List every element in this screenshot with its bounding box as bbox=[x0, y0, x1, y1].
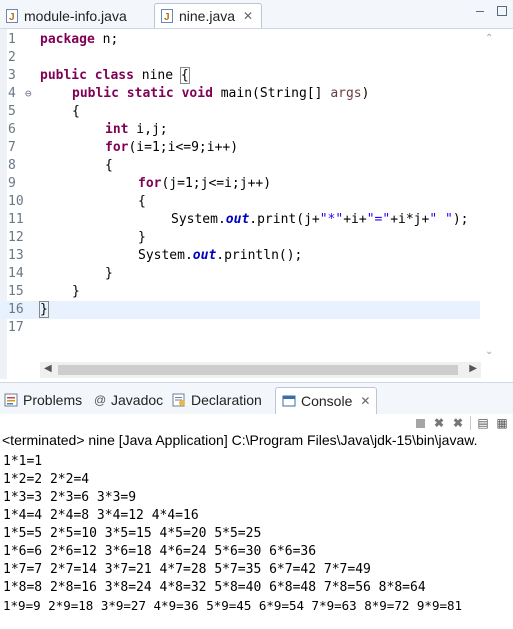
console-output-line: 1*9=9 2*9=18 3*9=27 4*9=36 5*9=45 6*9=54… bbox=[3, 598, 463, 613]
code-line[interactable]: 15} bbox=[0, 283, 480, 301]
fold-collapse-icon[interactable]: ⊖ bbox=[25, 85, 32, 103]
javadoc-icon: @ bbox=[94, 393, 107, 407]
console-output-line: 1*3=3 2*3=6 3*3=9 bbox=[3, 490, 137, 505]
code-editor[interactable]: 1 package n; 2 3 public class nine { 4 ⊖ pub… bbox=[0, 29, 513, 379]
java-file-icon: J bbox=[6, 8, 18, 23]
remove-all-terminated-icon[interactable]: ✖ bbox=[451, 416, 465, 430]
console-output-line: 1*2=2 2*2=4 bbox=[3, 472, 90, 487]
scroll-lock-icon[interactable]: ▤ bbox=[476, 416, 490, 430]
scroll-down-icon[interactable]: ⌄ bbox=[485, 346, 493, 357]
scroll-left-icon[interactable]: ◀ bbox=[44, 363, 52, 374]
console-output-line: 1*5=5 2*5=10 3*5=15 4*5=20 5*5=25 bbox=[3, 526, 262, 541]
close-icon[interactable]: ✕ bbox=[243, 9, 253, 23]
code-line[interactable]: 6 int i,j; bbox=[0, 121, 480, 139]
close-icon[interactable]: ✕ bbox=[360, 394, 370, 408]
code-line[interactable]: 12} bbox=[0, 229, 480, 247]
view-tab-bar: Problems @ Javadoc Declaration Console ✕ bbox=[0, 382, 513, 415]
code-line[interactable]: 2 bbox=[0, 49, 480, 67]
vertical-scrollbar[interactable]: ⌃ ⌄ bbox=[481, 29, 499, 361]
problems-icon bbox=[4, 393, 18, 407]
code-line[interactable]: 9 for(j=1;j<=i;j++) bbox=[0, 175, 480, 193]
declaration-icon bbox=[172, 393, 186, 407]
java-file-icon: J bbox=[161, 9, 173, 23]
tab-declaration[interactable]: Declaration bbox=[172, 389, 262, 411]
scroll-right-icon[interactable]: ▶ bbox=[469, 363, 477, 374]
console-output-line: 1*4=4 2*4=8 3*4=12 4*4=16 bbox=[3, 508, 199, 523]
code-line[interactable]: 10{ bbox=[0, 193, 480, 211]
console-toolbar: ✖ ✖ ▤ ▦ bbox=[413, 416, 509, 430]
terminate-icon[interactable] bbox=[413, 416, 427, 430]
code-line[interactable]: 8{ bbox=[0, 157, 480, 175]
word-wrap-icon[interactable]: ▦ bbox=[495, 416, 509, 430]
code-line-current[interactable]: 16} bbox=[0, 301, 480, 319]
tab-javadoc[interactable]: @ Javadoc bbox=[94, 389, 163, 411]
tab-module-info[interactable]: J module-info.java bbox=[2, 3, 152, 28]
console-output-line: 1*1=1 bbox=[3, 454, 43, 469]
scroll-up-icon[interactable]: ⌃ bbox=[485, 33, 493, 44]
console-status: <terminated> nine [Java Application] C:\… bbox=[2, 432, 478, 448]
console-view[interactable]: ✖ ✖ ▤ ▦ <terminated> nine [Java Applicat… bbox=[0, 414, 513, 629]
console-output-line: 1*6=6 2*6=12 3*6=18 4*6=24 5*6=30 6*6=36 bbox=[3, 544, 317, 559]
tab-console[interactable]: Console ✕ bbox=[275, 387, 378, 414]
code-line[interactable]: 5{ bbox=[0, 103, 480, 121]
tab-label: nine.java bbox=[179, 8, 236, 24]
tab-nine-java[interactable]: J nine.java ✕ bbox=[154, 3, 262, 28]
code-line[interactable]: 13 System.out.println(); bbox=[0, 247, 480, 265]
code-line[interactable]: 4 ⊖ public static void main(String[] args) bbox=[0, 85, 480, 103]
svg-text:J: J bbox=[9, 12, 15, 23]
editor-tab-bar: J module-info.java J nine.java ✕ bbox=[0, 0, 513, 29]
console-output-line: 1*7=7 2*7=14 3*7=21 4*7=28 5*7=35 6*7=42… bbox=[3, 562, 371, 577]
code-line[interactable]: 17 bbox=[0, 319, 480, 337]
remove-launch-icon[interactable]: ✖ bbox=[432, 416, 446, 430]
code-line[interactable]: 3 public class nine { bbox=[0, 67, 480, 85]
code-line[interactable]: 7 for(i=1;i<=9;i++) bbox=[0, 139, 480, 157]
console-icon bbox=[282, 394, 296, 408]
tab-label: module-info.java bbox=[24, 7, 127, 24]
minimize-icon[interactable] bbox=[475, 6, 485, 16]
tab-problems[interactable]: Problems bbox=[4, 389, 82, 411]
code-line[interactable]: 1 package n; bbox=[0, 31, 480, 49]
code-line[interactable]: 11 System.out.print(j+"*"+i+"="+i*j+" "); bbox=[0, 211, 480, 229]
console-output-line: 1*8=8 2*8=16 3*8=24 4*8=32 5*8=40 6*8=48… bbox=[3, 580, 426, 595]
code-line[interactable]: 14} bbox=[0, 265, 480, 283]
svg-text:J: J bbox=[164, 12, 170, 23]
horizontal-scrollbar[interactable]: ◀ ▶ bbox=[40, 362, 481, 378]
maximize-icon[interactable] bbox=[497, 6, 507, 16]
scrollbar-thumb[interactable] bbox=[58, 365, 458, 375]
